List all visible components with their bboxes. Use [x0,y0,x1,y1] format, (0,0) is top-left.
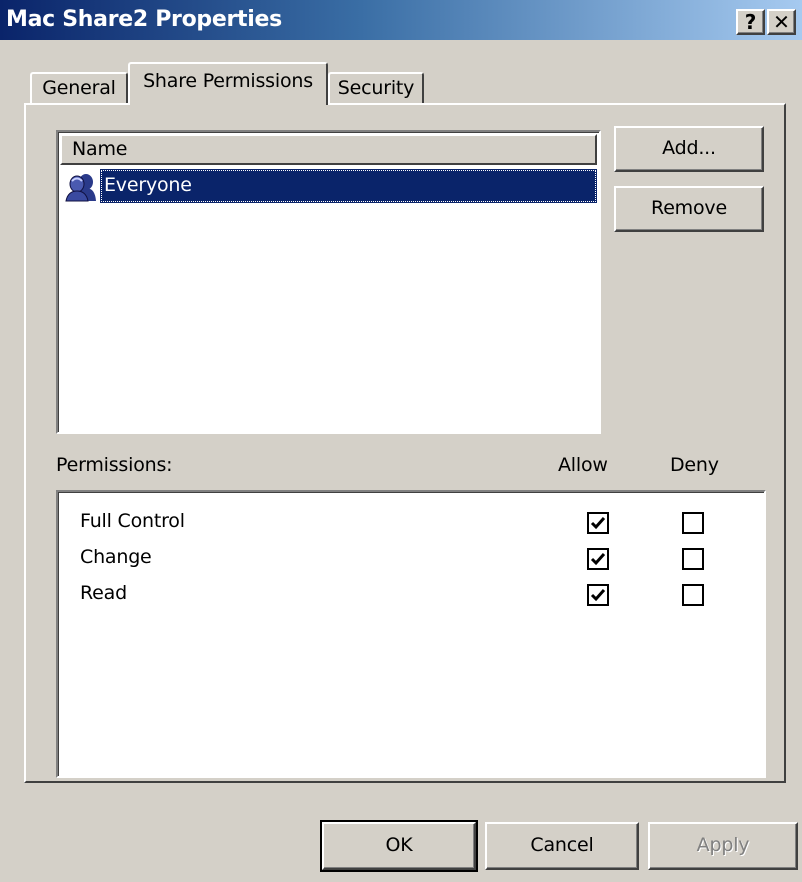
tab-general[interactable]: General [30,72,128,104]
cancel-button[interactable]: Cancel [485,822,639,870]
user-name: Everyone [100,169,597,203]
group-icon [64,172,98,202]
deny-change-checkbox[interactable] [682,548,704,570]
add-button[interactable]: Add... [614,126,764,172]
window-title: Mac Share2 Properties [6,7,282,32]
permission-name: Full Control [80,510,185,532]
allow-column-label: Allow [558,454,608,476]
title-bar[interactable]: Mac Share2 Properties ? ✕ [0,0,802,40]
allow-change-checkbox[interactable] [587,548,609,570]
permission-row-read: Read [80,578,760,610]
permission-row-full-control: Full Control [80,506,760,538]
deny-full-control-checkbox[interactable] [682,512,704,534]
allow-read-checkbox[interactable] [587,584,609,606]
column-header-name[interactable]: Name [60,134,597,165]
tab-security[interactable]: Security [328,72,424,104]
help-button[interactable]: ? [736,9,765,35]
check-icon [590,589,606,602]
permission-name: Read [80,582,127,604]
check-icon [590,517,606,530]
deny-column-label: Deny [670,454,719,476]
permission-name: Change [80,546,152,568]
permission-row-change: Change [80,542,760,574]
remove-button[interactable]: Remove [614,186,764,232]
apply-button[interactable]: Apply [648,822,798,870]
ok-button[interactable]: OK [320,820,478,872]
help-icon: ? [744,10,757,34]
deny-read-checkbox[interactable] [682,584,704,606]
permissions-label: Permissions: [56,454,173,476]
allow-full-control-checkbox[interactable] [587,512,609,534]
check-icon [590,553,606,566]
close-icon: ✕ [773,10,790,34]
list-item[interactable]: Everyone [64,168,597,204]
tab-share-permissions[interactable]: Share Permissions [128,62,328,105]
user-list[interactable]: Name Everyone [56,130,601,434]
permissions-list[interactable]: Full Control Change Read [56,490,766,778]
close-button[interactable]: ✕ [767,9,796,35]
